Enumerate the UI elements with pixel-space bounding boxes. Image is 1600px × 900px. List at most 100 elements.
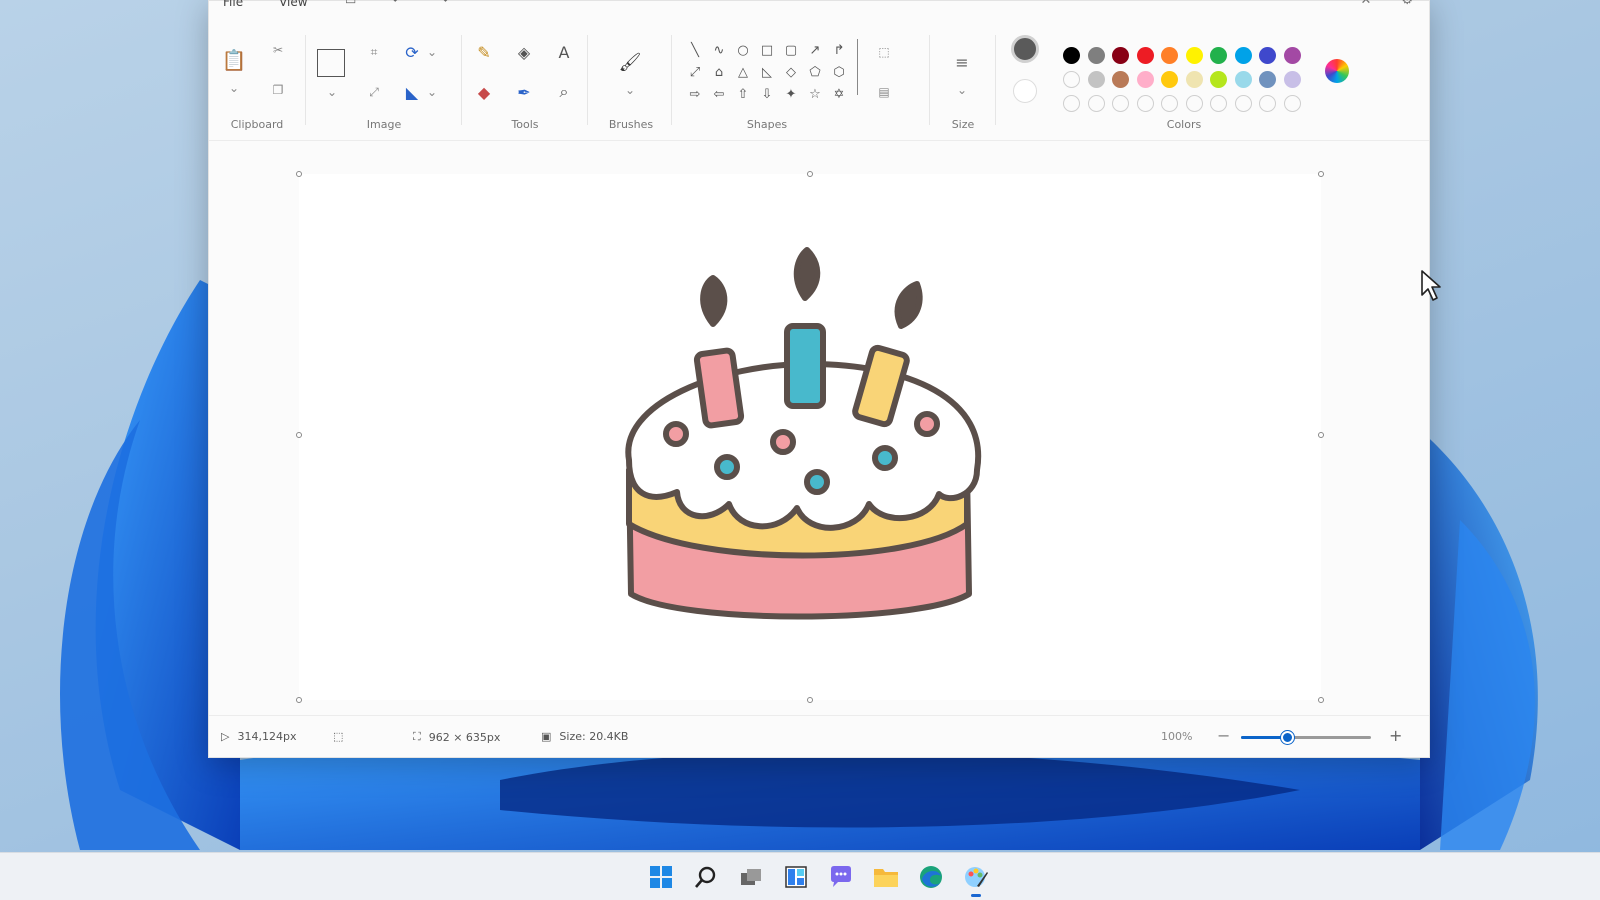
color-swatch[interactable] bbox=[1210, 47, 1227, 64]
color-swatch[interactable] bbox=[1259, 47, 1276, 64]
color-swatch[interactable] bbox=[1259, 95, 1276, 112]
color-swatch[interactable] bbox=[1161, 47, 1178, 64]
color-swatch[interactable] bbox=[1234, 47, 1252, 64]
color-swatch[interactable] bbox=[1136, 71, 1154, 88]
start-icon[interactable] bbox=[645, 861, 677, 893]
color-swatch[interactable] bbox=[1161, 95, 1178, 112]
zoom-slider-knob[interactable] bbox=[1280, 731, 1294, 744]
six-point-star-shape-icon[interactable]: ✡ bbox=[827, 83, 851, 105]
color-swatch[interactable] bbox=[1185, 71, 1203, 88]
four-point-star-shape-icon[interactable]: ✦ bbox=[779, 83, 803, 105]
brush-dropdown-icon[interactable]: ⌄ bbox=[619, 79, 641, 101]
widgets-icon[interactable] bbox=[780, 861, 812, 893]
zoom-slider[interactable] bbox=[1241, 731, 1371, 744]
color-swatch[interactable] bbox=[1063, 47, 1080, 64]
brush-icon[interactable]: 🖌 bbox=[619, 51, 642, 73]
color-swatch[interactable] bbox=[1185, 47, 1203, 64]
settings-icon[interactable]: ⚙ bbox=[1401, 0, 1413, 8]
primary-color[interactable] bbox=[1011, 35, 1039, 63]
pencil-icon[interactable]: ✎ bbox=[473, 41, 495, 63]
color-swatch[interactable] bbox=[1087, 95, 1105, 112]
color-swatch[interactable] bbox=[1112, 47, 1129, 64]
color-swatch[interactable] bbox=[1136, 47, 1154, 64]
edge-icon[interactable] bbox=[915, 861, 947, 893]
rotate-dropdown-icon[interactable]: ⌄ bbox=[421, 41, 443, 63]
chat-icon[interactable] bbox=[825, 861, 857, 893]
text-icon[interactable]: A bbox=[553, 41, 575, 63]
hexagon-shape-icon[interactable]: ⬡ bbox=[827, 61, 851, 83]
resize-handle-left[interactable] bbox=[296, 432, 302, 438]
curve-shape-icon[interactable]: ∿ bbox=[707, 39, 731, 61]
diamond-shape-icon[interactable]: ◇ bbox=[779, 61, 803, 83]
undo-icon[interactable]: ↶ bbox=[392, 0, 402, 7]
drawing-canvas[interactable] bbox=[299, 174, 1321, 700]
fill-icon[interactable]: ◈ bbox=[513, 41, 535, 63]
color-swatch[interactable] bbox=[1063, 71, 1080, 88]
file-explorer-icon[interactable] bbox=[870, 861, 902, 893]
flip-icon[interactable]: ◣ bbox=[401, 81, 423, 103]
resize-icon[interactable]: ⤢ bbox=[363, 81, 385, 103]
eraser-icon[interactable]: ◆ bbox=[473, 81, 495, 103]
color-swatch[interactable] bbox=[1259, 71, 1276, 88]
zoom-in-button[interactable]: + bbox=[1389, 726, 1402, 745]
rotate-icon[interactable]: ⟳ bbox=[401, 41, 423, 63]
five-point-star-shape-icon[interactable]: ☆ bbox=[803, 83, 827, 105]
flip-dropdown-icon[interactable]: ⌄ bbox=[421, 81, 443, 103]
zoom-out-button[interactable]: − bbox=[1217, 726, 1230, 745]
color-swatch[interactable] bbox=[1210, 95, 1227, 112]
color-swatch[interactable] bbox=[1136, 95, 1154, 112]
arrow-shape-icon[interactable]: ↗ bbox=[803, 39, 827, 61]
paste-icon[interactable]: 📋 bbox=[222, 48, 247, 72]
paste-dropdown-icon[interactable]: ⌄ bbox=[223, 77, 245, 99]
right-triangle-shape-icon[interactable]: ◺ bbox=[755, 61, 779, 83]
resize-handle-bottom[interactable] bbox=[807, 697, 813, 703]
polygon-shape-icon[interactable]: ⌂ bbox=[707, 61, 731, 83]
oval-shape-icon[interactable]: ○ bbox=[731, 39, 755, 61]
color-picker-icon[interactable]: ✒ bbox=[513, 81, 535, 103]
magnifier-icon[interactable]: ⌕ bbox=[553, 81, 575, 103]
secondary-color[interactable] bbox=[1013, 79, 1037, 103]
triangle-shape-icon[interactable]: △ bbox=[731, 61, 755, 83]
down-arrow-shape-icon[interactable]: ⇩ bbox=[755, 83, 779, 105]
menu-view[interactable]: View bbox=[279, 0, 307, 9]
paint-icon[interactable] bbox=[960, 861, 992, 897]
redo-icon[interactable]: ↷ bbox=[438, 0, 448, 7]
rectangle-shape-icon[interactable]: □ bbox=[755, 39, 779, 61]
double-arrow-shape-icon[interactable]: ⤢ bbox=[683, 61, 707, 83]
color-swatch[interactable] bbox=[1112, 71, 1129, 88]
color-swatch[interactable] bbox=[1087, 71, 1105, 88]
save-icon[interactable]: ▭ bbox=[345, 0, 356, 7]
edit-colors-icon[interactable] bbox=[1325, 59, 1349, 83]
color-swatch[interactable] bbox=[1283, 47, 1301, 64]
line-shape-icon[interactable]: ╲ bbox=[683, 39, 707, 61]
rounded-rectangle-shape-icon[interactable]: ▢ bbox=[779, 39, 803, 61]
close-icon[interactable]: ✕ bbox=[1360, 0, 1371, 8]
copy-icon[interactable]: ❐ bbox=[267, 79, 289, 101]
pentagon-shape-icon[interactable]: ⬠ bbox=[803, 61, 827, 83]
color-swatch[interactable] bbox=[1234, 71, 1252, 88]
resize-handle-bottom-right[interactable] bbox=[1318, 697, 1324, 703]
left-arrow-shape-icon[interactable]: ⇦ bbox=[707, 83, 731, 105]
resize-handle-top-left[interactable] bbox=[296, 171, 302, 177]
right-arrow-shape-icon[interactable]: ⇨ bbox=[683, 83, 707, 105]
color-swatch[interactable] bbox=[1234, 95, 1252, 112]
color-swatch[interactable] bbox=[1161, 71, 1178, 88]
cut-icon[interactable]: ✂ bbox=[267, 39, 289, 61]
select-dropdown-icon[interactable]: ⌄ bbox=[321, 81, 343, 103]
color-swatch[interactable] bbox=[1210, 71, 1227, 88]
resize-handle-bottom-left[interactable] bbox=[296, 697, 302, 703]
curved-arrow-shape-icon[interactable]: ↱ bbox=[827, 39, 851, 61]
resize-handle-top-right[interactable] bbox=[1318, 171, 1324, 177]
size-dropdown-icon[interactable]: ⌄ bbox=[951, 79, 973, 101]
crop-icon[interactable]: ⌗ bbox=[363, 41, 385, 63]
color-swatch[interactable] bbox=[1185, 95, 1203, 112]
color-swatch[interactable] bbox=[1112, 95, 1129, 112]
select-icon[interactable] bbox=[317, 49, 345, 77]
color-swatch[interactable] bbox=[1063, 95, 1080, 112]
size-icon[interactable]: ≡ bbox=[951, 51, 973, 73]
color-swatch[interactable] bbox=[1087, 47, 1105, 64]
menu-file[interactable]: File bbox=[223, 0, 243, 9]
resize-handle-top[interactable] bbox=[807, 171, 813, 177]
task-view-icon[interactable] bbox=[735, 861, 767, 893]
color-swatch[interactable] bbox=[1283, 95, 1301, 112]
